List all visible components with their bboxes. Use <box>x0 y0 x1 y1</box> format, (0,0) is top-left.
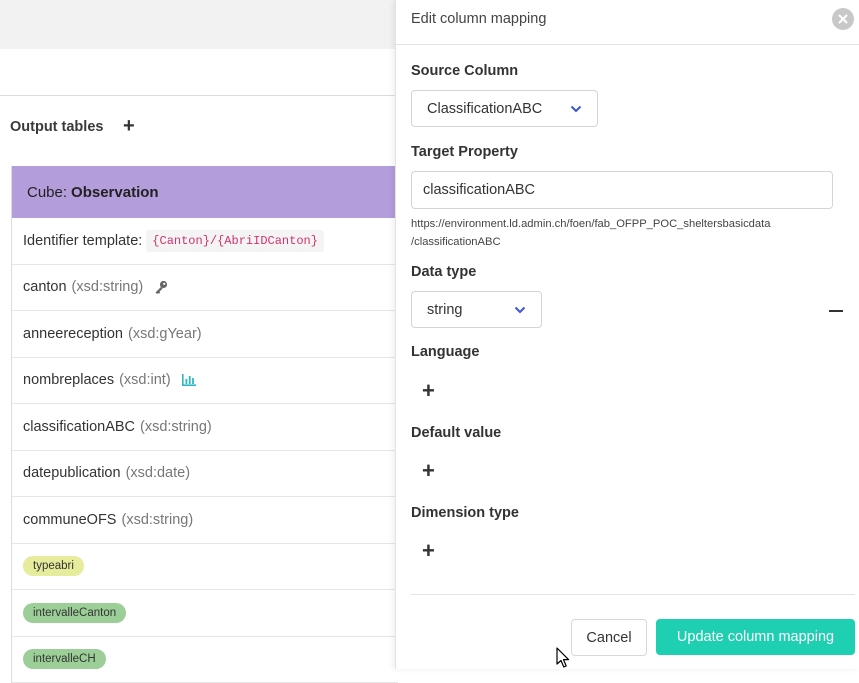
column-name: canton <box>23 279 67 295</box>
target-property-input[interactable] <box>411 171 833 209</box>
column-type: (xsd:string) <box>140 419 212 435</box>
tag-row-typeabri[interactable]: typeabri <box>12 544 398 591</box>
column-row-communeOFS[interactable]: communeOFS (xsd:string) <box>12 497 398 544</box>
sub-bar <box>0 49 395 96</box>
cancel-button[interactable]: Cancel <box>571 619 647 656</box>
column-name: anneereception <box>23 326 123 342</box>
column-row-classificationABC[interactable]: classificationABC (xsd:string) <box>12 404 398 451</box>
update-column-mapping-button[interactable]: Update column mapping <box>656 619 855 655</box>
data-type-select[interactable]: string <box>411 291 542 328</box>
column-type: (xsd:gYear) <box>128 326 202 342</box>
tag-intervalleCH[interactable]: intervalleCH <box>23 649 106 669</box>
column-type: (xsd:string) <box>121 512 193 528</box>
column-name: communeOFS <box>23 512 116 528</box>
target-property-iri: https://environment.ld.admin.ch/foen/fab… <box>411 215 841 251</box>
source-column-value: ClassificationABC <box>427 101 542 117</box>
dimension-type-label: Dimension type <box>411 505 519 521</box>
add-default-value-plus-icon[interactable]: + <box>422 460 435 482</box>
cube-prefix: Cube: <box>27 184 67 201</box>
mouse-cursor-icon <box>556 647 570 674</box>
language-label: Language <box>411 344 479 360</box>
edit-column-mapping-drawer: Edit column mapping Source Column Classi… <box>395 0 859 669</box>
add-table-plus-icon[interactable]: + <box>123 114 135 138</box>
data-type-value: string <box>427 302 462 318</box>
top-bar <box>0 0 395 49</box>
cube-name: Observation <box>71 184 159 201</box>
tag-row-intervalleCanton[interactable]: intervalleCanton <box>12 590 398 637</box>
column-type: (xsd:string) <box>72 279 144 295</box>
column-row-nombreplaces[interactable]: nombreplaces (xsd:int) <box>12 358 398 405</box>
identifier-template-label: Identifier template: <box>23 233 142 249</box>
tag-typeabri[interactable]: typeabri <box>23 556 84 576</box>
column-type: (xsd:int) <box>119 372 171 388</box>
column-name: nombreplaces <box>23 372 114 388</box>
iri-line: https://environment.ld.admin.ch/foen/fab… <box>411 215 841 233</box>
cube-header[interactable]: Cube: Observation <box>12 166 398 218</box>
column-name: classificationABC <box>23 419 135 435</box>
tag-intervalleCanton[interactable]: intervalleCanton <box>23 603 126 623</box>
footer-divider <box>411 594 855 595</box>
column-row-canton[interactable]: canton (xsd:string) <box>12 265 398 312</box>
iri-line: /classificationABC <box>411 233 841 251</box>
data-type-label: Data type <box>411 264 476 280</box>
output-tables-title: Output tables <box>10 119 103 135</box>
measure-icon <box>181 373 197 387</box>
default-value-label: Default value <box>411 425 501 441</box>
drawer-divider <box>396 44 859 45</box>
drawer-title: Edit column mapping <box>411 11 546 27</box>
chevron-down-icon <box>570 101 582 117</box>
key-icon <box>153 279 169 295</box>
source-column-select[interactable]: ClassificationABC <box>411 90 598 127</box>
target-property-label: Target Property <box>411 144 518 160</box>
identifier-template-value: {Canton}/{AbriIDCanton} <box>146 230 324 252</box>
column-row-anneereception[interactable]: anneereception (xsd:gYear) <box>12 311 398 358</box>
identifier-template-row[interactable]: Identifier template: {Canton}/{AbriIDCan… <box>12 218 398 265</box>
add-dimension-type-plus-icon[interactable]: + <box>422 540 435 562</box>
remove-data-type-minus-icon[interactable] <box>829 300 844 320</box>
tag-row-intervalleCH[interactable]: intervalleCH <box>12 637 398 683</box>
source-column-label: Source Column <box>411 63 518 79</box>
cube-table: Cube: Observation Identifier template: {… <box>11 166 398 683</box>
column-name: datepublication <box>23 465 121 481</box>
column-row-datepublication[interactable]: datepublication (xsd:date) <box>12 451 398 498</box>
add-language-plus-icon[interactable]: + <box>422 380 435 402</box>
column-type: (xsd:date) <box>126 465 190 481</box>
chevron-down-icon <box>514 302 526 318</box>
close-icon[interactable] <box>832 8 854 30</box>
